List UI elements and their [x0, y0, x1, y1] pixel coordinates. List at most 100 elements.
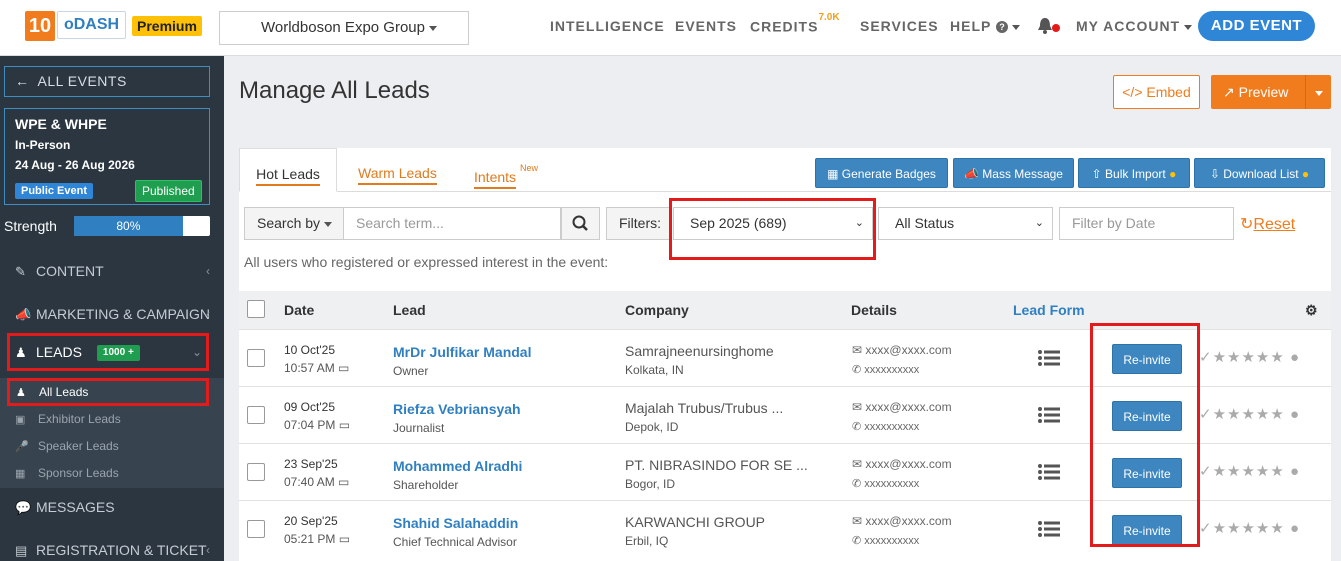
date-filter-input[interactable]: Filter by Date [1059, 207, 1234, 240]
mass-label: Mass Message [982, 167, 1063, 181]
envelope-icon: ✉ [852, 400, 863, 414]
nav-events[interactable]: EVENTS [675, 18, 737, 34]
lock-icon: ● [1165, 167, 1177, 181]
download-label: Download List [1223, 167, 1299, 181]
row-checkbox[interactable] [247, 520, 265, 538]
nav-account-label: MY ACCOUNT [1076, 18, 1181, 34]
phone-icon: ✆ [852, 421, 862, 433]
lead-email: xxxx@xxxx.com [865, 514, 952, 528]
preview-dropdown-toggle[interactable] [1305, 75, 1331, 109]
lead-phone: xxxxxxxxxx [864, 478, 920, 490]
logo-text[interactable]: oDASH [57, 11, 126, 39]
status-filter-select[interactable]: All Status ⌄ [878, 207, 1053, 240]
row-time-text: 10:57 AM [284, 361, 335, 375]
embed-label: Embed [1146, 84, 1191, 100]
tab-intents[interactable]: IntentsNew [474, 148, 538, 192]
details-cell: ✉ xxxx@xxxx.com ✆ xxxxxxxxxx [852, 457, 952, 490]
sidebar-item-speaker-leads[interactable]: 🎤 Speaker Leads [0, 433, 224, 460]
details-cell: ✉ xxxx@xxxx.com ✆ xxxxxxxxxx [852, 400, 952, 433]
column-company[interactable]: Company [625, 291, 689, 329]
list-icon[interactable] [1037, 463, 1061, 481]
row-checkbox[interactable] [247, 406, 265, 424]
envelope-icon: ✉ [852, 457, 863, 471]
nav-credits[interactable]: CREDITS7.0K [750, 12, 840, 35]
organization-select[interactable]: Worldboson Expo Group [219, 11, 469, 45]
premium-badge: Premium [132, 16, 202, 36]
top-bar: 10 oDASH Premium Worldboson Expo Group I… [0, 0, 1341, 56]
chevron-left-icon: ‹ [206, 264, 210, 278]
search-by-dropdown[interactable]: Search by [244, 207, 344, 240]
search-button[interactable] [561, 207, 600, 240]
list-icon[interactable] [1037, 406, 1061, 424]
sidebar-item-registration[interactable]: ▤ REGISTRATION & TICKET ‹ [0, 532, 224, 561]
column-date[interactable]: Date [284, 291, 314, 329]
phone-icon: ✆ [852, 478, 862, 490]
row-date: 20 Sep'25 [284, 514, 338, 528]
sidebar-item-sponsor-leads[interactable]: ▦ Sponsor Leads [0, 460, 224, 487]
chevron-down-icon [1314, 90, 1323, 96]
add-event-button[interactable]: ADD EVENT [1198, 11, 1315, 41]
lead-name-link[interactable]: Riefza Vebriansyah [393, 401, 521, 417]
rating-stars[interactable]: ✓★★★★★ ● [1199, 348, 1300, 366]
sidebar-item-leads[interactable]: ♟ LEADS 1000 + ⌄ [7, 333, 209, 371]
generate-badges-button[interactable]: ▦ Generate Badges [815, 158, 948, 188]
badges-label: Generate Badges [841, 167, 936, 181]
column-lead[interactable]: Lead [393, 291, 426, 329]
nav-credits-label: CREDITS [750, 18, 819, 35]
sidebar-item-exhibitor-leads[interactable]: ▣ Exhibitor Leads [0, 406, 224, 433]
company-name: Samrajneenursinghome [625, 343, 774, 359]
select-all-checkbox[interactable] [247, 300, 265, 318]
tab-hot-leads[interactable]: Hot Leads [239, 148, 337, 192]
sub-label-all-leads: All Leads [39, 385, 89, 399]
lead-name-link[interactable]: Shahid Salahaddin [393, 515, 518, 531]
preview-button[interactable]: ↗ Preview [1211, 75, 1331, 109]
nav-services[interactable]: SERVICES [860, 18, 939, 34]
sidebar-item-messages[interactable]: 💬 MESSAGES [0, 489, 224, 525]
event-card[interactable]: WPE & WHPE In-Person 24 Aug - 26 Aug 202… [4, 108, 210, 205]
search-input[interactable]: Search term... [344, 207, 561, 240]
nav-intelligence[interactable]: INTELLIGENCE [550, 18, 665, 34]
mass-message-button[interactable]: 📣 Mass Message [953, 158, 1074, 188]
row-time: 10:57 AM ▭ [284, 361, 349, 375]
nav-my-account[interactable]: MY ACCOUNT [1076, 18, 1193, 34]
bulk-import-button[interactable]: ⇧ Bulk Import ● [1078, 158, 1190, 188]
sidebar-messages-label: MESSAGES [36, 499, 115, 515]
sidebar-item-marketing[interactable]: 📣 MARKETING & CAMPAIGN ‹ [0, 296, 224, 332]
download-list-button[interactable]: ⇩ Download List ● [1194, 158, 1325, 188]
embed-button[interactable]: </> Embed [1113, 75, 1200, 109]
check-icon: ✓ [1199, 520, 1213, 537]
code-icon: </> [1122, 84, 1147, 100]
tab-warm-leads[interactable]: Warm Leads [358, 148, 437, 192]
strength-fill: 80% [74, 216, 183, 236]
list-icon[interactable] [1037, 520, 1061, 538]
envelope-icon: ✉ [852, 514, 863, 528]
external-link-icon: ↗ [1223, 84, 1239, 100]
bullhorn-icon: 📣 [15, 307, 32, 322]
sidebar-item-all-leads[interactable]: ♟ All Leads [7, 378, 209, 406]
column-lead-form: Lead Form [1013, 302, 1085, 318]
bell-icon[interactable] [1037, 17, 1061, 35]
lead-email: xxxx@xxxx.com [865, 457, 952, 471]
row-checkbox[interactable] [247, 463, 265, 481]
chevron-down-icon [428, 25, 437, 31]
rating-stars[interactable]: ✓★★★★★ ● [1199, 462, 1300, 480]
chevron-down-icon [324, 221, 333, 227]
reset-label: Reset [1253, 216, 1296, 233]
sidebar-registration-label: REGISTRATION & TICKET [36, 542, 207, 558]
details-cell: ✉ xxxx@xxxx.com ✆ xxxxxxxxxx [852, 514, 952, 547]
reset-link[interactable]: ↻Reset [1240, 214, 1295, 234]
rating-stars[interactable]: ✓★★★★★ ● [1199, 405, 1300, 423]
tab-hot-label: Hot Leads [256, 166, 320, 186]
lead-name-link[interactable]: MrDr Julfikar Mandal [393, 344, 531, 360]
nav-help[interactable]: HELP ? [950, 18, 1020, 34]
company-cell: KARWANCHI GROUP Erbil, IQ [625, 514, 765, 548]
lead-name-link[interactable]: Mohammed Alradhi [393, 458, 522, 474]
chevron-down-icon [1011, 24, 1020, 30]
row-checkbox[interactable] [247, 349, 265, 367]
all-events-link[interactable]: ← ALL EVENTS [4, 66, 210, 97]
logo-mark[interactable]: 10 [25, 11, 55, 41]
rating-stars[interactable]: ✓★★★★★ ● [1199, 519, 1300, 537]
sidebar-item-content[interactable]: ✎ CONTENT ‹ [0, 253, 224, 289]
list-icon[interactable] [1037, 349, 1061, 367]
gear-icon[interactable]: ⚙ [1305, 291, 1318, 329]
